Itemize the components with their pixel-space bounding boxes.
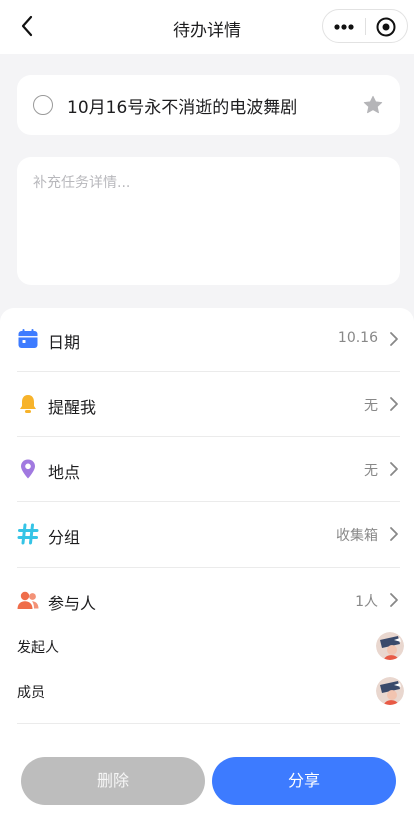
close-target-icon[interactable] — [375, 16, 397, 38]
initiator-label: 发起人 — [17, 640, 59, 656]
group-value: 收集箱 — [336, 528, 378, 544]
member-row: 成员 — [17, 671, 404, 711]
chevron-right-icon — [390, 462, 398, 476]
capsule-divider — [365, 18, 366, 35]
bell-icon — [20, 395, 36, 413]
chevron-right-icon — [390, 332, 398, 346]
location-value: 无 — [364, 463, 378, 479]
calendar-icon — [18, 329, 38, 348]
avatar[interactable] — [376, 677, 404, 705]
details-placeholder: 补充任务详情... — [33, 175, 131, 191]
chevron-right-icon — [390, 527, 398, 541]
star-icon[interactable] — [362, 94, 384, 116]
chevron-right-icon — [390, 397, 398, 411]
reminder-value: 无 — [364, 398, 378, 414]
reminder-label: 提醒我 — [48, 398, 97, 417]
date-value: 10.16 — [337, 330, 378, 346]
delete-button[interactable]: 删除 — [21, 757, 205, 805]
member-label: 成员 — [17, 685, 45, 701]
chevron-right-icon — [390, 593, 398, 607]
mini-program-capsule — [322, 9, 408, 43]
more-icon[interactable] — [331, 17, 357, 37]
date-row[interactable]: 日期 10.16 — [17, 307, 400, 372]
initiator-row: 发起人 — [17, 626, 404, 666]
date-label: 日期 — [48, 333, 81, 352]
task-card: 10月16号永不消逝的电波舞剧 — [17, 75, 400, 135]
location-row[interactable]: 地点 无 — [17, 437, 400, 502]
reminder-row[interactable]: 提醒我 无 — [17, 372, 400, 437]
group-label: 分组 — [48, 528, 81, 547]
location-pin-icon — [21, 459, 35, 479]
divider — [17, 723, 400, 724]
complete-checkbox[interactable] — [33, 95, 53, 115]
avatar[interactable] — [376, 632, 404, 660]
share-button[interactable]: 分享 — [212, 757, 396, 805]
location-label: 地点 — [48, 463, 81, 482]
participants-value: 1人 — [355, 594, 378, 610]
group-row[interactable]: 分组 收集箱 — [17, 502, 400, 567]
people-icon — [17, 591, 39, 609]
participants-label: 参与人 — [48, 594, 97, 613]
hash-icon — [17, 523, 39, 545]
task-details-input[interactable]: 补充任务详情... — [17, 157, 400, 285]
participants-row[interactable]: 参与人 1人 — [17, 568, 400, 633]
task-title[interactable]: 10月16号永不消逝的电波舞剧 — [67, 93, 297, 118]
navigation-bar: 待办详情 — [0, 0, 414, 54]
